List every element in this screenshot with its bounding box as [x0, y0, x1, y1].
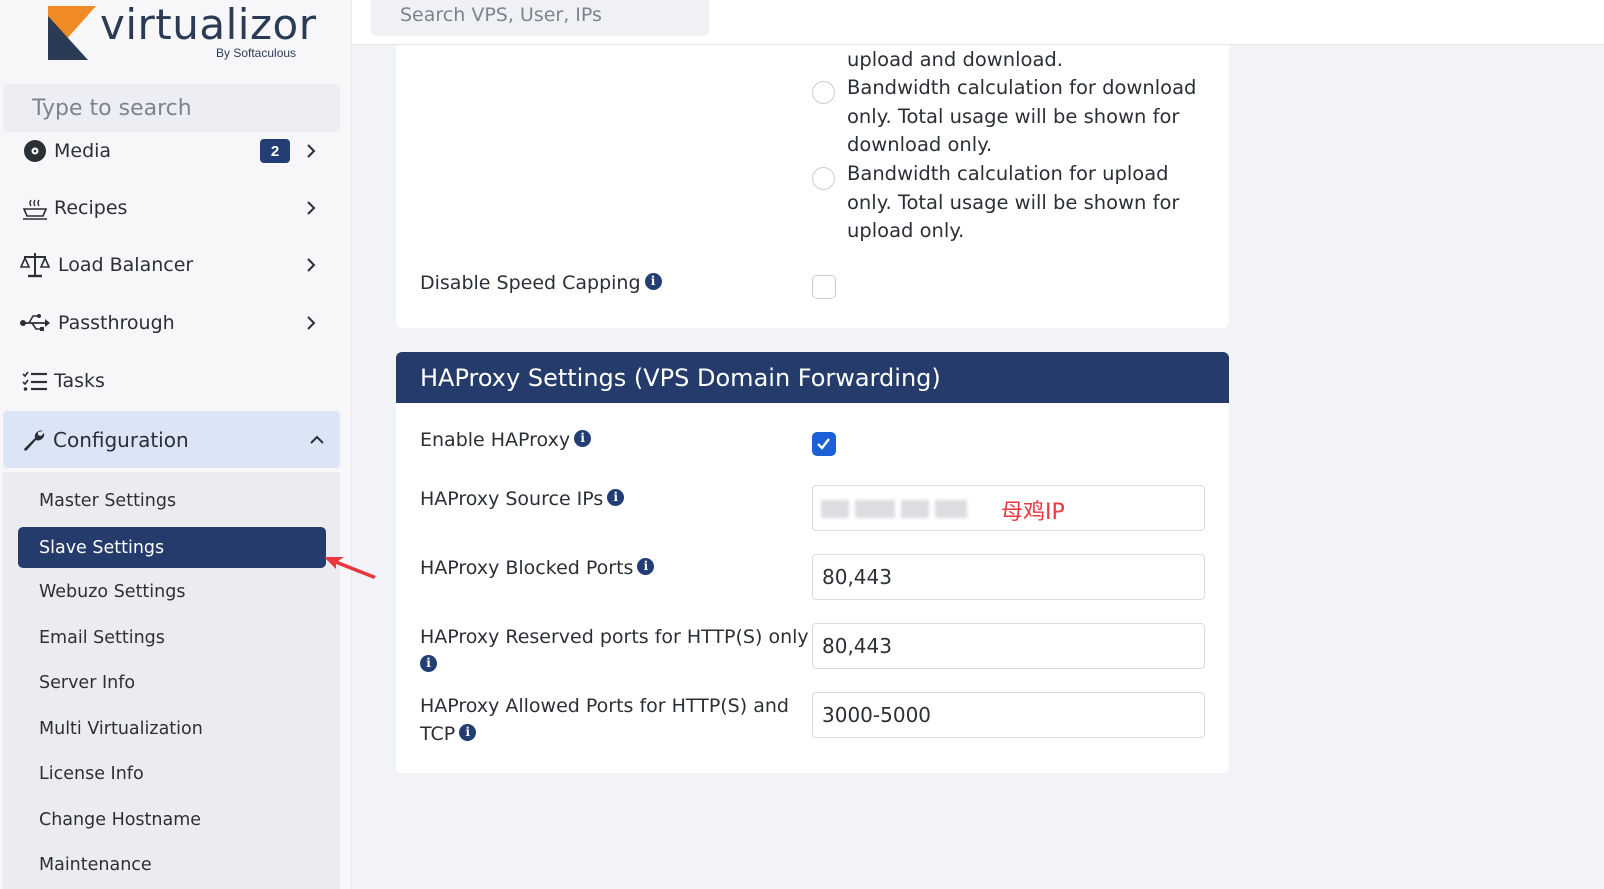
- haproxy-allowed-ports-text: HAProxy Allowed Ports for HTTP(S) and: [420, 695, 789, 717]
- chevron-right-icon: [307, 144, 316, 158]
- sidebar-item-label: Load Balancer: [58, 254, 194, 276]
- info-icon[interactable]: i: [574, 430, 592, 447]
- redacted-ip-segment: [935, 500, 967, 518]
- haproxy-reserved-ports-text: HAProxy Reserved ports for HTTP(S) only: [420, 626, 809, 648]
- haproxy-source-ips-label: HAProxy Source IPs i: [420, 485, 625, 513]
- chevron-up-icon: [310, 435, 324, 444]
- task-list-icon: [18, 367, 52, 395]
- sidebar-search-input[interactable]: [3, 84, 340, 132]
- sidebar-item-passthrough[interactable]: Passthrough: [0, 298, 340, 348]
- media-count-badge: 2: [260, 139, 290, 163]
- haproxy-allowed-ports-input[interactable]: [812, 692, 1205, 738]
- cooking-pot-icon: [18, 194, 52, 222]
- haproxy-reserved-ports-label: HAProxy Reserved ports for HTTP(S) only i: [420, 623, 810, 679]
- chevron-right-icon: [307, 258, 316, 272]
- sidebar-item-tasks[interactable]: Tasks: [0, 356, 340, 406]
- disc-icon: [18, 137, 52, 165]
- sidebar-search[interactable]: [3, 84, 340, 132]
- bandwidth-download-label: Bandwidth calculation for download only.…: [847, 76, 1197, 157]
- checkmark-icon: [817, 438, 830, 450]
- bandwidth-option-partial-text: upload and download.: [847, 48, 1063, 71]
- enable-haproxy-label: Enable HAProxy i: [420, 426, 592, 454]
- sidebar-item-label: Passthrough: [58, 312, 175, 334]
- sidebar-item-label: Configuration: [53, 427, 189, 452]
- brand-byline: By Softaculous: [216, 46, 297, 60]
- wrench-icon: [19, 428, 49, 452]
- info-icon[interactable]: i: [420, 655, 437, 672]
- haproxy-allowed-ports-text-line2: TCP: [420, 723, 456, 745]
- submenu-item-change-hostname[interactable]: Change Hostname: [39, 810, 201, 830]
- sidebar-item-label: Media: [54, 140, 112, 162]
- brand-name: virtualizor: [100, 0, 317, 49]
- disable-speed-capping-text: Disable Speed Capping: [420, 272, 641, 294]
- submenu-item-webuzo-settings[interactable]: Webuzo Settings: [39, 582, 185, 602]
- chevron-right-icon: [307, 316, 316, 330]
- annotation-note: 母鸡IP: [1001, 500, 1065, 525]
- enable-haproxy-text: Enable HAProxy: [420, 429, 571, 451]
- submenu-item-master-settings[interactable]: Master Settings: [39, 491, 176, 511]
- bandwidth-settings-card: upload and download. Bandwidth calculati…: [396, 45, 1229, 328]
- haproxy-reserved-ports-input[interactable]: [812, 623, 1205, 669]
- haproxy-blocked-ports-label: HAProxy Blocked Ports i: [420, 554, 655, 582]
- top-search[interactable]: [371, 0, 709, 36]
- disable-speed-capping-checkbox[interactable]: [812, 275, 836, 299]
- top-bar: [352, 0, 1604, 45]
- sidebar-item-media[interactable]: Media 2: [0, 126, 340, 176]
- sidebar-item-configuration[interactable]: Configuration: [3, 411, 340, 468]
- enable-haproxy-checkbox[interactable]: [812, 432, 836, 456]
- haproxy-allowed-ports-label: HAProxy Allowed Ports for HTTP(S) and TCP…: [420, 692, 810, 748]
- submenu-item-multi-virtualization[interactable]: Multi Virtualization: [39, 719, 203, 739]
- haproxy-settings-card: HAProxy Settings (VPS Domain Forwarding)…: [396, 352, 1229, 773]
- sidebar: virtualizor By Softaculous Media 2 Recip…: [0, 0, 352, 889]
- submenu-item-email-settings[interactable]: Email Settings: [39, 628, 165, 648]
- info-icon[interactable]: i: [607, 489, 625, 506]
- submenu-item-server-info[interactable]: Server Info: [39, 673, 135, 693]
- usb-icon: [18, 309, 52, 337]
- haproxy-source-ips-input[interactable]: 母鸡IP: [812, 485, 1205, 531]
- bandwidth-upload-radio[interactable]: [812, 167, 835, 190]
- sidebar-item-load-balancer[interactable]: Load Balancer: [0, 240, 340, 290]
- haproxy-source-ips-text: HAProxy Source IPs: [420, 488, 604, 510]
- sidebar-item-recipes[interactable]: Recipes: [0, 183, 340, 233]
- submenu-item-license-info[interactable]: License Info: [39, 764, 144, 784]
- submenu-item-slave-settings[interactable]: Slave Settings: [18, 527, 326, 568]
- annotation-arrow-icon: [324, 557, 376, 579]
- submenu-item-maintenance[interactable]: Maintenance: [39, 855, 152, 875]
- sidebar-item-label: Tasks: [54, 370, 105, 392]
- redacted-ip-segment: [855, 500, 895, 518]
- redacted-ip-segment: [821, 500, 849, 518]
- haproxy-blocked-ports-input[interactable]: [812, 554, 1205, 600]
- info-icon[interactable]: i: [459, 724, 477, 741]
- info-icon[interactable]: i: [644, 273, 662, 290]
- redacted-ip-segment: [901, 500, 929, 518]
- configuration-submenu: Master Settings Slave Settings Webuzo Se…: [3, 472, 340, 889]
- haproxy-blocked-ports-text: HAProxy Blocked Ports: [420, 557, 634, 579]
- bandwidth-download-radio[interactable]: [812, 81, 835, 104]
- haproxy-section-title: HAProxy Settings (VPS Domain Forwarding): [396, 352, 1229, 403]
- chevron-right-icon: [307, 201, 316, 215]
- disable-speed-capping-label: Disable Speed Capping i: [420, 269, 662, 297]
- bandwidth-upload-label: Bandwidth calculation for upload only. T…: [847, 162, 1180, 243]
- brand-logo[interactable]: virtualizor By Softaculous: [48, 0, 318, 62]
- virtualizor-logo-icon: [48, 6, 96, 60]
- top-search-input[interactable]: [371, 0, 709, 36]
- scale-icon: [18, 251, 52, 279]
- info-icon[interactable]: i: [637, 558, 655, 575]
- sidebar-item-label: Recipes: [54, 197, 128, 219]
